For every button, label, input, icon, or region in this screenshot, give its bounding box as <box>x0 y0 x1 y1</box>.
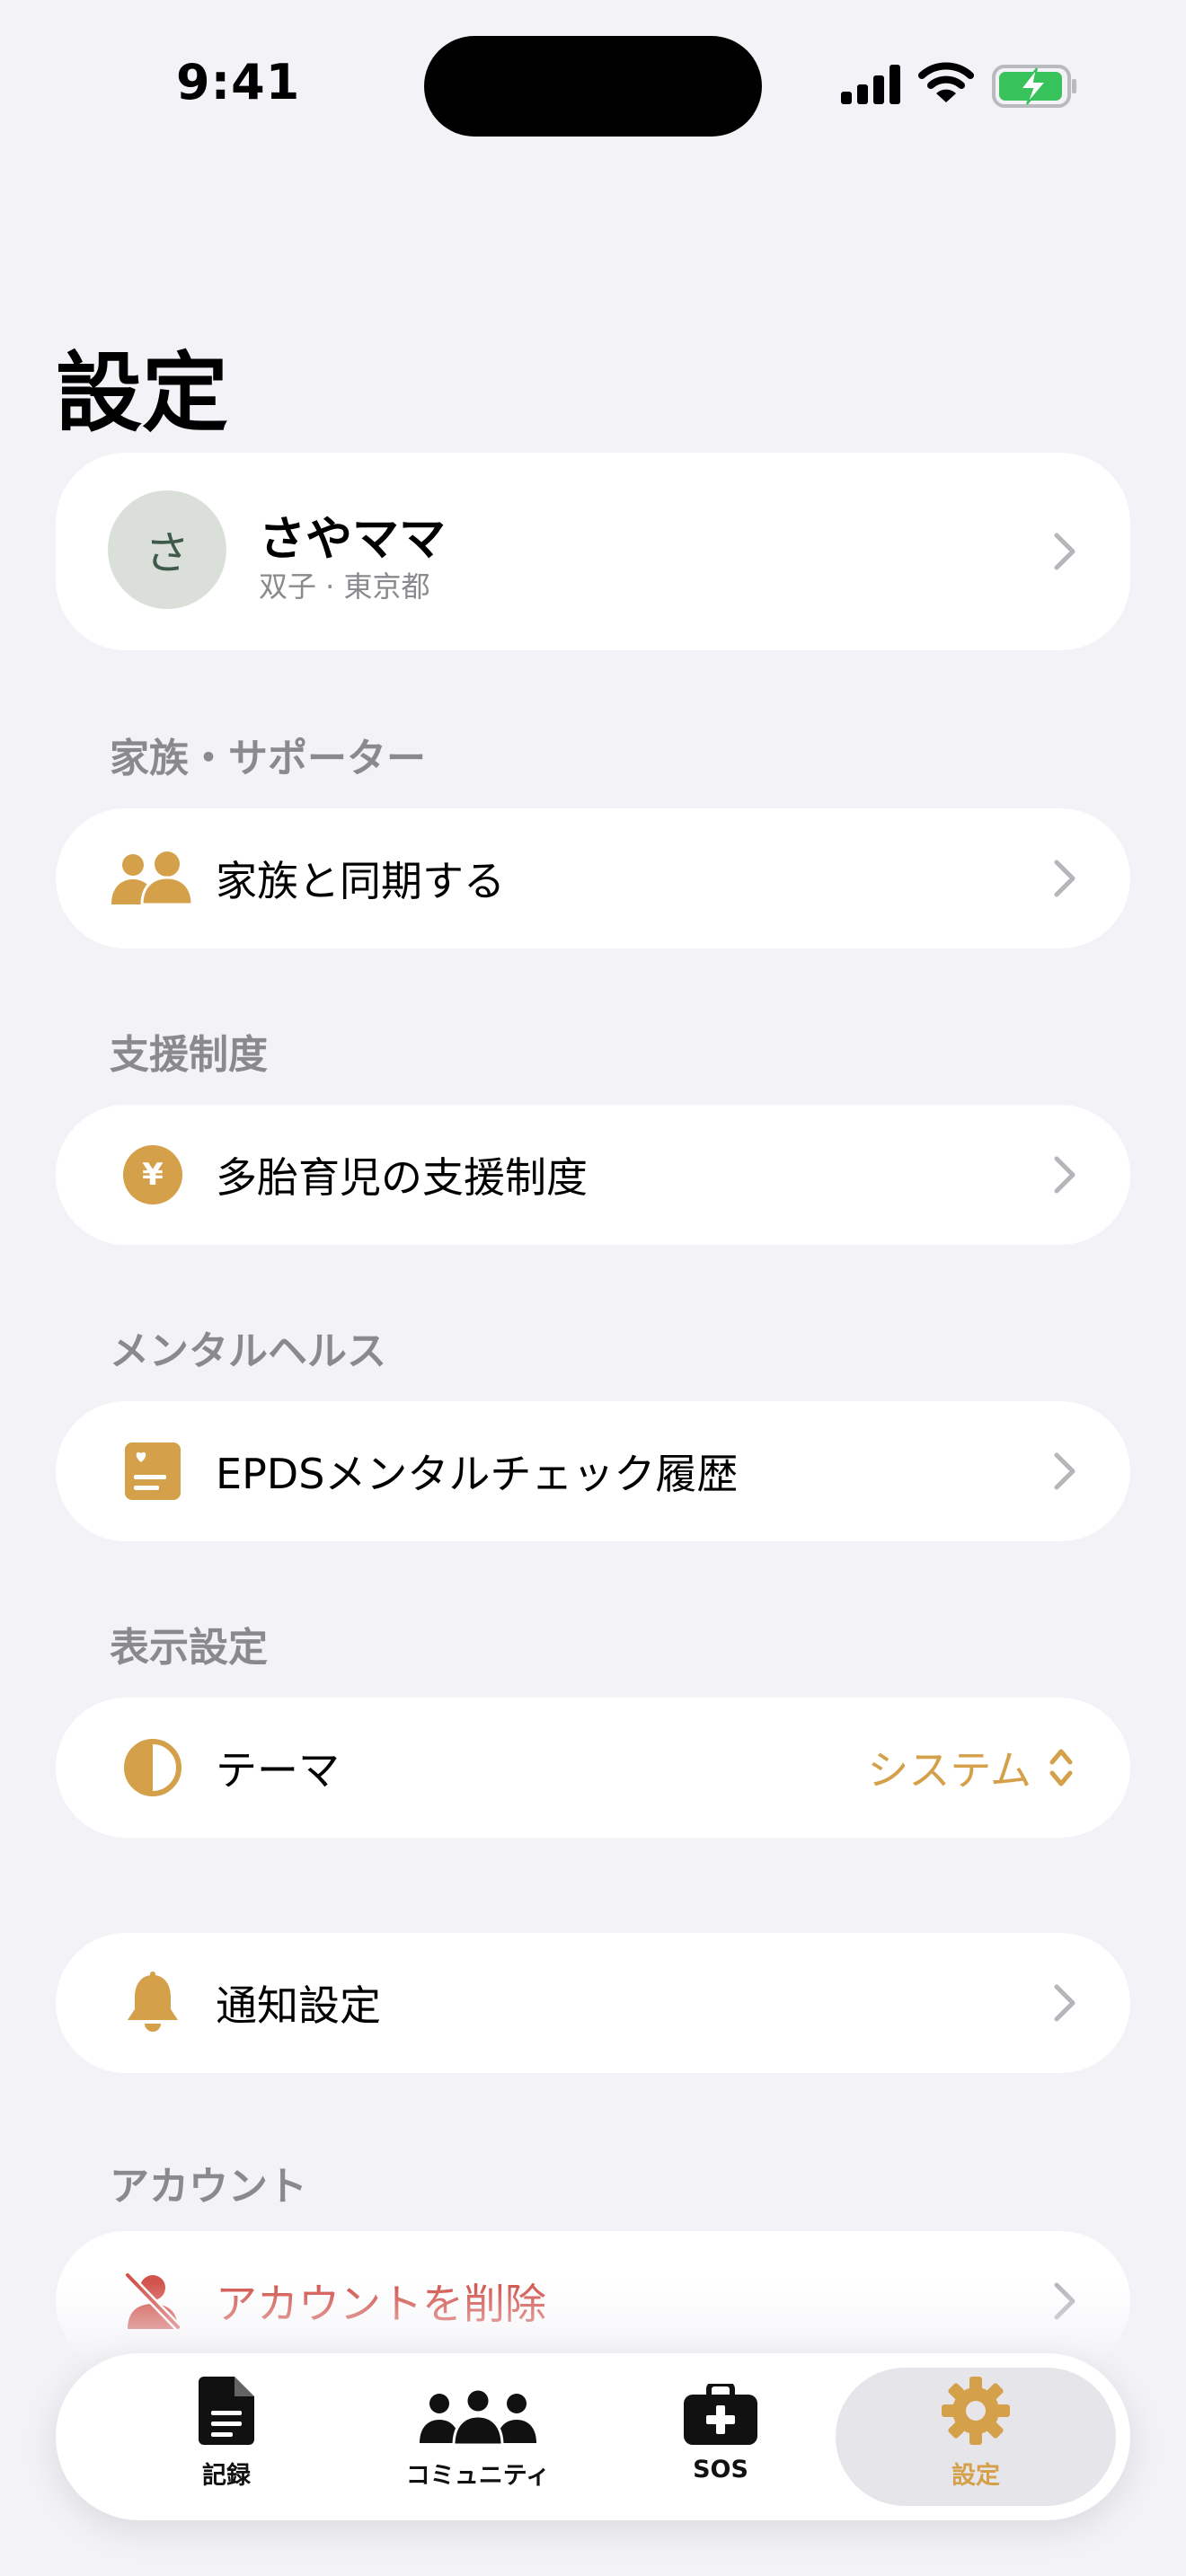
chevron-right-icon <box>1054 860 1075 897</box>
chevron-right-icon <box>1054 1156 1075 1194</box>
notification-settings-row[interactable]: 通知設定 <box>56 1933 1130 2073</box>
profile-name: さやママ <box>259 513 447 567</box>
document-icon <box>199 2368 254 2445</box>
yen-icon: ¥ <box>110 1132 196 1218</box>
tab-records-label: 記録 <box>202 2462 251 2490</box>
bell-icon <box>110 1960 196 2046</box>
tab-sos[interactable]: SOS <box>595 2368 846 2506</box>
chevron-up-down-icon <box>1049 1749 1073 1786</box>
tab-settings-label: 設定 <box>951 2462 1000 2490</box>
community-icon <box>420 2368 536 2445</box>
profile-subtitle: 双子 · 東京都 <box>259 569 430 604</box>
gear-icon <box>942 2368 1010 2445</box>
section-header-family: 家族・サポーター <box>110 736 426 781</box>
dynamic-island <box>424 36 762 137</box>
section-header-mental: メンタルヘルス <box>110 1328 386 1374</box>
battery-charging-icon <box>992 65 1076 108</box>
notification-settings-label: 通知設定 <box>216 1981 381 2030</box>
epds-history-label: EPDSメンタルチェック履歴 <box>216 1450 739 1498</box>
family-sync-label: 家族と同期する <box>216 857 505 905</box>
half-circle-icon <box>110 1725 196 1811</box>
section-header-display: 表示設定 <box>110 1625 268 1671</box>
tab-sos-label: SOS <box>693 2456 748 2483</box>
tab-records[interactable]: 記録 <box>101 2368 352 2506</box>
first-aid-kit-icon <box>684 2368 757 2445</box>
support-system-row[interactable]: ¥ 多胎育児の支援制度 <box>56 1105 1130 1245</box>
section-header-account: アカウント <box>110 2164 307 2210</box>
epds-history-row[interactable]: EPDSメンタルチェック履歴 <box>56 1401 1130 1541</box>
people-icon <box>110 835 196 922</box>
chevron-right-icon <box>1054 1984 1075 2022</box>
theme-label: テーマ <box>216 1746 340 1795</box>
avatar: さ <box>108 490 226 609</box>
family-sync-row[interactable]: 家族と同期する <box>56 808 1130 948</box>
status-time: 9:41 <box>176 54 301 110</box>
profile-card[interactable]: さ さやママ 双子 · 東京都 <box>56 453 1130 650</box>
tab-settings[interactable]: 設定 <box>836 2368 1116 2506</box>
heart-clipboard-icon <box>110 1428 196 1514</box>
chevron-right-icon <box>1054 533 1075 570</box>
tab-community[interactable]: コミュニティ <box>352 2368 604 2506</box>
tab-bar: 記録 コミュニティ SOS 設定 <box>56 2353 1130 2520</box>
theme-value[interactable]: システム <box>867 1738 1031 1797</box>
support-system-label: 多胎育児の支援制度 <box>216 1153 588 1202</box>
theme-row[interactable]: テーマ システム <box>56 1698 1130 1838</box>
section-header-support: 支援制度 <box>110 1032 268 1078</box>
tab-community-label: コミュニティ <box>405 2462 551 2490</box>
page-title: 設定 <box>56 343 228 444</box>
wifi-icon <box>918 62 974 102</box>
chevron-right-icon <box>1054 1452 1075 1490</box>
cellular-signal-icon <box>841 65 900 104</box>
